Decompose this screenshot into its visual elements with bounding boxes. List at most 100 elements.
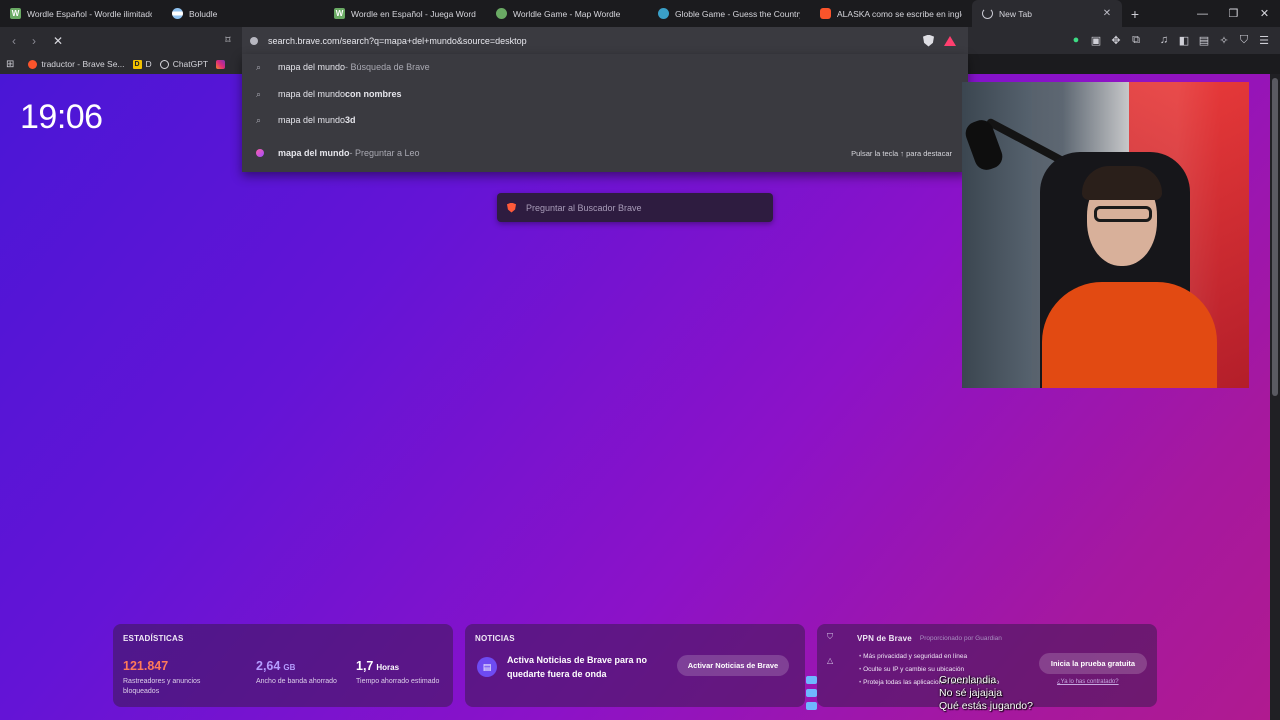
alert-icon[interactable]: △ xyxy=(827,656,833,665)
tab-title: Boludle xyxy=(189,8,218,19)
menu-icon[interactable]: ☰ xyxy=(1254,30,1274,50)
address-bar-url[interactable]: search.brave.com/search?q=mapa+del+mundo… xyxy=(268,36,913,46)
shield-icon[interactable]: ⛉ xyxy=(827,632,833,642)
new-tab-button[interactable]: + xyxy=(1122,0,1148,27)
chat-badge-icon xyxy=(806,688,817,697)
extensions-icon[interactable]: ✥ xyxy=(1106,30,1126,50)
leo-ai-icon[interactable]: ✧ xyxy=(1214,30,1234,50)
bookmark-traductor[interactable]: traductor - Brave Se... xyxy=(28,59,125,69)
tab-wordle-espanol[interactable]: W Wordle Español - Wordle ilimitado e xyxy=(0,0,162,27)
brave-icon xyxy=(820,8,831,19)
instagram-icon xyxy=(216,59,226,69)
stat-label: Rastreadores y anuncios bloqueados xyxy=(123,678,201,695)
brave-rewards-icon[interactable] xyxy=(944,35,956,46)
media-icon[interactable]: ♫ xyxy=(1154,30,1174,50)
stat-unit: GB xyxy=(283,663,296,672)
scrollbar-thumb[interactable] xyxy=(1272,78,1278,396)
search-icon: ⌕ xyxy=(256,61,262,72)
bookmark-d[interactable]: D D xyxy=(132,59,152,69)
tab-title: Wordle Español - Wordle ilimitado e xyxy=(27,8,152,19)
loading-spinner-icon xyxy=(982,8,993,19)
vpn-status-icon[interactable]: ● xyxy=(1066,30,1086,50)
stat-value: 1,7 xyxy=(356,659,374,673)
chat-text: Qué estás jugando? xyxy=(939,699,1033,712)
tab-title: Worldle Game - Map Wordle xyxy=(513,8,621,19)
tab-new-tab[interactable]: New Tab ✕ xyxy=(972,0,1122,27)
leo-icon xyxy=(256,149,264,157)
search-icon: ⌕ xyxy=(256,114,262,125)
bookmark-chatgpt[interactable]: ChatGPT xyxy=(159,59,209,69)
vpn-title: VPN de Brave xyxy=(857,634,912,643)
streamer-shirt xyxy=(1042,282,1217,388)
activate-news-button[interactable]: Activar Noticias de Brave xyxy=(677,655,789,676)
apps-grid-icon[interactable]: ⊞ xyxy=(6,59,14,70)
ask-brave-search-box[interactable]: Preguntar al Buscador Brave xyxy=(497,193,773,222)
vpn-feature: Más privacidad y seguridad en línea xyxy=(859,650,999,663)
chat-text: No sé jajajaja xyxy=(939,686,1003,699)
chat-message: Qué estás jugando? xyxy=(806,699,1086,712)
streamer-hair xyxy=(1082,166,1162,200)
tab-boludle[interactable]: Boludle xyxy=(162,0,324,27)
tab-wordle-en-espanol[interactable]: W Wordle en Español - Juega Wordle o xyxy=(324,0,486,27)
suggestion-query: mapa del mundo xyxy=(278,148,350,158)
suggestion-item[interactable]: ⌕ mapa del mundo 3d xyxy=(242,107,968,133)
tab-alaska[interactable]: ALASKA como se escribe en ingles - xyxy=(810,0,972,27)
bookmark-instagram[interactable] xyxy=(216,59,226,69)
omnibox-suggestions: ⌕ mapa del mundo - Búsqueda de Brave ⌕ m… xyxy=(242,54,968,172)
suggestion-item[interactable]: ⌕ mapa del mundo con nombres xyxy=(242,81,968,107)
chatgpt-icon xyxy=(159,59,169,69)
page-scrollbar[interactable] xyxy=(1270,74,1280,720)
stat-trackers: 121.847 Rastreadores y anuncios bloquead… xyxy=(123,657,213,697)
minimize-button[interactable]: — xyxy=(1187,0,1218,27)
vpn-trial-button[interactable]: Inicia la prueba gratuita xyxy=(1039,653,1147,674)
stat-time: 1,7 Horas Tiempo ahorrado estimado xyxy=(356,657,446,687)
toolbar-right: ● ▣ ✥ ⧉ ♫ ◧ ▤ ✧ ⛉ ☰ xyxy=(1066,30,1274,50)
tab-globle[interactable]: Globle Game - Guess the Country xyxy=(648,0,810,27)
stat-label: Tiempo ahorrado estimado xyxy=(356,678,440,685)
tab-title: Wordle en Español - Juega Wordle o xyxy=(351,8,476,19)
suggestion-item-leo[interactable]: mapa del mundo - Preguntar a Leo Pulsar … xyxy=(242,140,968,166)
restore-button[interactable]: ❐ xyxy=(1218,0,1249,27)
stat-value: 2,64 xyxy=(256,659,281,673)
search-icon: ⌕ xyxy=(256,88,262,99)
suggestion-suffix: con nombres xyxy=(345,89,402,99)
tab-close-icon[interactable]: ✕ xyxy=(1102,8,1112,19)
brave-icon xyxy=(28,59,38,69)
streamer-glasses xyxy=(1094,206,1152,222)
suggestion-query: mapa del mundo xyxy=(278,115,346,125)
bookmark-label: traductor - Brave Se... xyxy=(41,59,125,69)
yellow-bookmark-icon: D xyxy=(132,59,142,69)
vpn-provider: Proporcionado por Guardian xyxy=(919,635,1002,642)
close-window-button[interactable]: ✕ xyxy=(1249,0,1280,27)
stop-loading-button[interactable]: ✕ xyxy=(48,31,68,51)
brave-shields-icon[interactable] xyxy=(923,34,934,47)
stream-chat-overlay: Groenlandia No sé jajajaja Qué estás jug… xyxy=(806,673,1086,712)
news-title: NOTICIAS xyxy=(475,634,515,643)
news-icon: ▤ xyxy=(477,657,497,677)
brave-vpn-icon[interactable]: ⛉ xyxy=(1234,30,1254,50)
stat-label: Ancho de banda ahorrado xyxy=(256,678,337,685)
suggestion-query: mapa del mundo xyxy=(278,89,346,99)
site-info-icon[interactable] xyxy=(250,36,258,45)
forward-button[interactable]: › xyxy=(24,31,44,51)
stats-title: ESTADÍSTICAS xyxy=(123,634,184,643)
brave-search-icon xyxy=(507,202,516,213)
bookmark-label: ChatGPT xyxy=(172,59,209,69)
bookmark-button[interactable]: ⌑ xyxy=(218,31,238,51)
clock: 19:06 xyxy=(20,98,103,136)
window-controls: — ❐ ✕ xyxy=(1187,0,1280,27)
wallet-card-icon[interactable]: ▤ xyxy=(1194,30,1214,50)
chat-message: No sé jajajaja xyxy=(806,686,1086,699)
address-bar[interactable]: search.brave.com/search?q=mapa+del+mundo… xyxy=(242,27,968,54)
tab-worldle[interactable]: Worldle Game - Map Wordle xyxy=(486,0,648,27)
chat-text: Groenlandia xyxy=(939,673,997,686)
screenshot-icon[interactable]: ⧉ xyxy=(1126,30,1146,50)
globe-icon xyxy=(658,8,669,19)
back-button[interactable]: ‹ xyxy=(4,31,24,51)
suggestion-suffix: 3d xyxy=(345,115,356,125)
stats-widget: ESTADÍSTICAS 121.847 Rastreadores y anun… xyxy=(113,624,453,707)
sidebar-icon[interactable]: ◧ xyxy=(1174,30,1194,50)
suggestion-item[interactable]: ⌕ mapa del mundo - Búsqueda de Brave xyxy=(242,54,968,80)
argentina-flag-icon xyxy=(172,8,183,19)
wallet-icon[interactable]: ▣ xyxy=(1086,30,1106,50)
